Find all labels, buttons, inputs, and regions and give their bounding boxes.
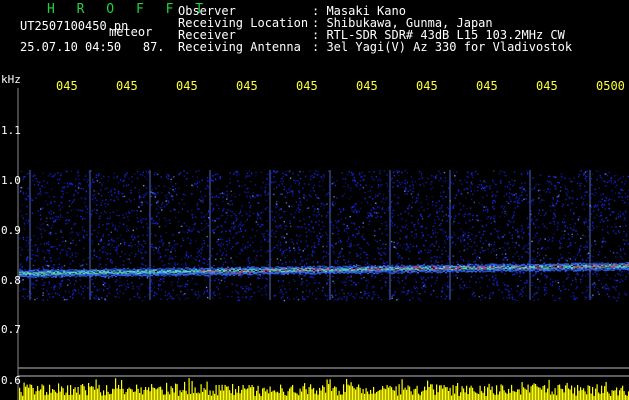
time-tick-label: 045 bbox=[236, 79, 258, 93]
y-tick-label: 0.8 bbox=[1, 274, 21, 287]
time-tick-label: 045 bbox=[56, 79, 78, 93]
timestamp: 25.07.10 04:50 87. bbox=[20, 41, 165, 53]
signal-level-bars bbox=[19, 378, 629, 400]
station-info: Observer: Masaki Kano Receiving Location… bbox=[178, 5, 572, 53]
spectrogram-display bbox=[17, 88, 629, 400]
y-tick-label: 1.0 bbox=[1, 174, 21, 187]
y-tick-label: 0.6 bbox=[1, 374, 21, 387]
y-tick-label: 1.1 bbox=[1, 124, 21, 137]
time-tick-label: 045 bbox=[476, 79, 498, 93]
time-tick-label: 045 bbox=[416, 79, 438, 93]
time-tick-label: 045 bbox=[116, 79, 138, 93]
file-type-label: meteor bbox=[109, 25, 153, 39]
time-tick-label: 045 bbox=[296, 79, 318, 93]
y-tick-label: 0.7 bbox=[1, 323, 21, 336]
info-row-antenna: Receiving Antenna: 3el Yagi(V) Az 330 fo… bbox=[178, 40, 573, 54]
noise-field bbox=[19, 170, 629, 302]
time-tick-label: 045 bbox=[356, 79, 378, 93]
timestamp-date: 25.07.10 04:50 bbox=[20, 40, 122, 54]
timestamp-value: 87. bbox=[142, 40, 165, 54]
time-tick-label: 0500 bbox=[596, 79, 625, 93]
time-tick-label: 045 bbox=[176, 79, 198, 93]
frequency-unit-label: kHz bbox=[1, 73, 21, 86]
time-tick-label: 045 bbox=[536, 79, 558, 93]
y-tick-label: 0.9 bbox=[1, 224, 21, 237]
meteor-carrier-trace bbox=[19, 261, 629, 279]
